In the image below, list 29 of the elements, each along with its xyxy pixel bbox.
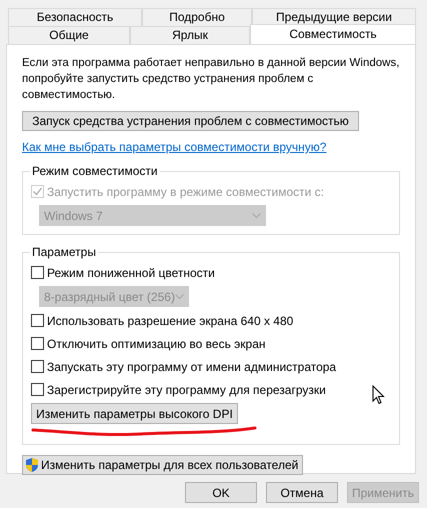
checkbox[interactable] — [31, 314, 44, 327]
checkbox-label: Режим пониженной цветности — [47, 264, 215, 282]
tab[interactable]: Общие — [8, 26, 130, 44]
checkbox-label: Отключить оптимизацию во весь экран — [47, 336, 266, 352]
troubleshoot-button[interactable]: Запуск средства устранения проблем с совместимостью — [22, 111, 359, 131]
group-title: Параметры — [31, 244, 97, 261]
help-link[interactable]: Как мне выбрать параметры совместимости вручную? — [22, 138, 326, 156]
checkbox[interactable] — [31, 337, 44, 350]
chevron-icon — [175, 294, 184, 300]
checkbox-label: Зарегистрируйте эту программу для перезагрузки — [47, 382, 326, 398]
checkbox[interactable] — [31, 266, 44, 279]
all-users-button[interactable]: Изменить параметры для всех пользователей — [22, 455, 304, 475]
chevron-icon — [252, 212, 261, 218]
tab[interactable]: Безопасность — [8, 8, 142, 26]
group-title: Режим совместимости — [31, 163, 159, 180]
checkbox-label: Запускать эту программу от имени администратора — [47, 358, 336, 376]
intro-text: Если эта программа работает неправильно в данной версии Windows, попробуйте запустить средство устранения проблем с совместимостью. — [22, 56, 400, 103]
shield-icon — [25, 457, 39, 473]
dialog-button[interactable]: OK — [185, 482, 257, 503]
dialog-button[interactable]: Отмена — [266, 482, 338, 503]
mouse-pointer-icon — [372, 385, 385, 405]
checkbox[interactable] — [31, 383, 44, 396]
dpi-settings-button[interactable]: Изменить параметры высокого DPI — [31, 403, 238, 424]
checkbox[interactable] — [31, 360, 44, 373]
tab[interactable]: Совместимость — [250, 24, 416, 44]
checkbox-label: Использовать разрешение экрана 640 x 480 — [47, 312, 294, 330]
tab[interactable]: Ярлык — [130, 26, 250, 44]
tab[interactable]: Подробно — [142, 8, 252, 26]
checkbox-label: Запустить программу в режиме совместимости с: — [47, 184, 324, 200]
